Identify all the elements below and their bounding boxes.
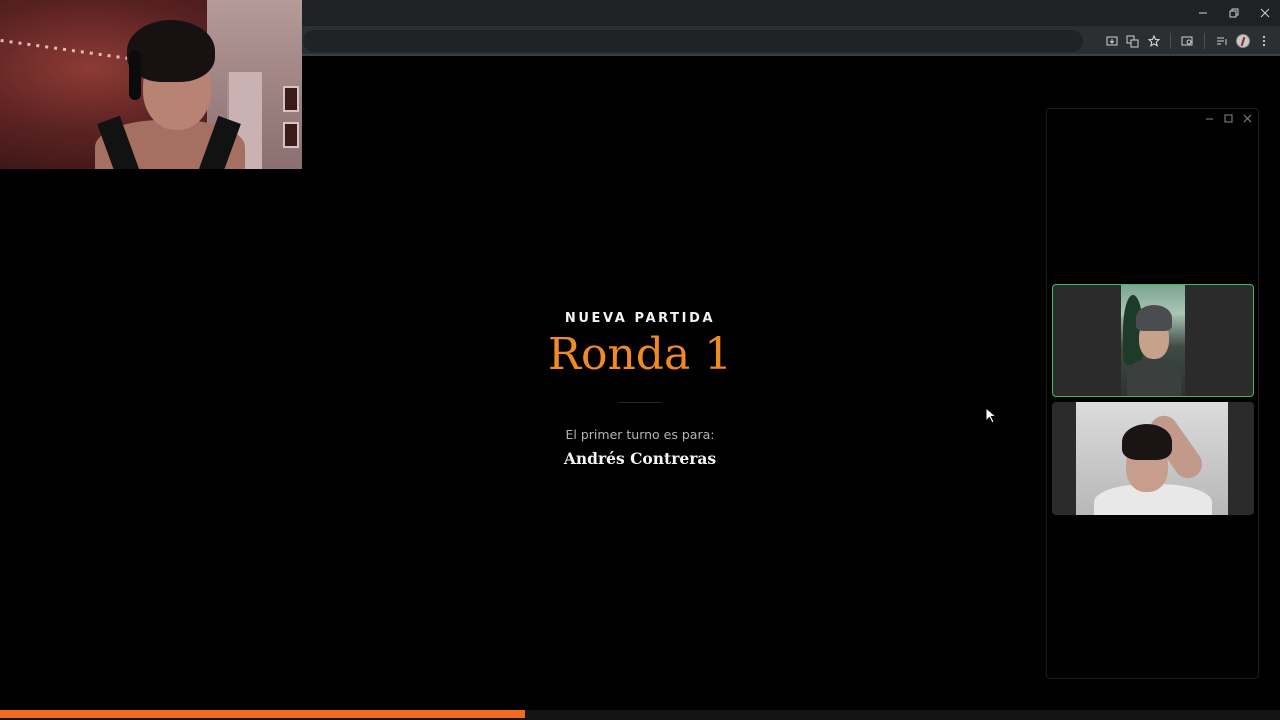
- wall-frame: [283, 122, 299, 148]
- minimize-icon[interactable]: [1187, 0, 1218, 26]
- translate-icon[interactable]: [1122, 26, 1143, 56]
- close-icon[interactable]: [1249, 0, 1280, 26]
- turn-label: El primer turno es para:: [565, 427, 715, 442]
- streamer: [95, 20, 245, 169]
- toolbar-separator: [1170, 33, 1171, 49]
- install-app-icon[interactable]: [1101, 26, 1122, 56]
- participant-body: [1127, 359, 1181, 396]
- participant-tile-active[interactable]: [1052, 284, 1254, 397]
- profile-avatar-icon[interactable]: [1232, 26, 1253, 56]
- restore-icon[interactable]: [1218, 0, 1249, 26]
- new-game-kicker: NUEVA PARTIDA: [564, 311, 716, 326]
- media-controls-icon[interactable]: [1211, 26, 1232, 56]
- divider: [619, 402, 661, 403]
- avatar: [1235, 34, 1250, 48]
- minimize-icon[interactable]: [1203, 112, 1216, 125]
- close-icon[interactable]: [1241, 112, 1254, 125]
- progress-bar: [0, 710, 1280, 720]
- participant-beanie: [1136, 305, 1172, 331]
- toolbar-separator: [1204, 33, 1205, 49]
- participant-video: [1076, 402, 1228, 515]
- wall-frame: [283, 86, 299, 112]
- webcam-overlay: [0, 0, 302, 169]
- participant-video: [1121, 285, 1185, 396]
- participants-panel: [1046, 108, 1259, 679]
- maximize-icon[interactable]: [1222, 112, 1235, 125]
- panel-controls: [1203, 112, 1254, 125]
- window-controls: [1187, 0, 1280, 26]
- bookmark-star-icon[interactable]: [1143, 26, 1164, 56]
- participant-hair: [1122, 424, 1172, 460]
- mouse-cursor-icon: [985, 407, 997, 424]
- player-name: Andrés Contreras: [563, 449, 717, 468]
- toolbar-icons: [1101, 26, 1274, 56]
- progress-fill: [0, 710, 525, 718]
- address-bar[interactable]: [303, 30, 1083, 52]
- more-menu-icon[interactable]: [1253, 26, 1274, 56]
- tab-search-icon[interactable]: [1177, 26, 1198, 56]
- headphones: [129, 50, 141, 100]
- round-intro: NUEVA PARTIDA Ronda 1 El primer turno es…: [440, 300, 840, 468]
- participant-tile[interactable]: [1052, 402, 1254, 515]
- round-title: Ronda 1: [547, 329, 733, 380]
